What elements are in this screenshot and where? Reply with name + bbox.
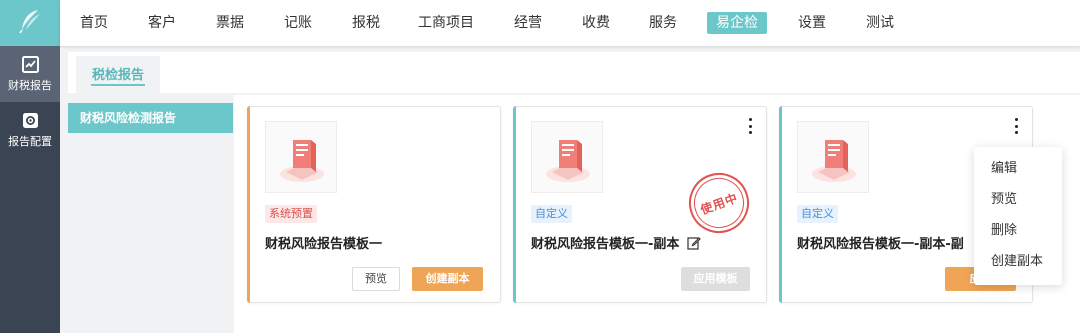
custom-tag: 自定义 <box>531 205 572 223</box>
preview-button[interactable]: 预览 <box>352 267 400 291</box>
template-thumbnail <box>531 121 603 193</box>
nav-billing[interactable]: 收费 <box>582 13 610 33</box>
preset-tag: 系统预置 <box>265 205 317 223</box>
menu-item-create-copy[interactable]: 创建副本 <box>974 246 1062 277</box>
menu-item-delete[interactable]: 删除 <box>974 215 1062 246</box>
card-accent-stripe <box>247 106 250 303</box>
card-accent-stripe <box>513 106 516 303</box>
nav-tax-filing[interactable]: 报税 <box>352 13 380 33</box>
nav-bookkeeping[interactable]: 记账 <box>284 13 312 33</box>
nav-yiqijian[interactable]: 易企检 <box>707 12 767 34</box>
custom-tag: 自定义 <box>797 205 838 223</box>
tab-tax-check-report[interactable]: 税检报告 <box>76 56 160 93</box>
more-options-icon[interactable] <box>1011 117 1021 135</box>
template-title: 财税风险报告模板一-副本-副 <box>797 237 964 252</box>
edit-icon[interactable] <box>687 236 701 254</box>
template-title-text: 财税风险报告模板一-副本 <box>531 237 680 252</box>
feather-logo-icon <box>15 6 45 40</box>
apply-template-button[interactable]: 应用模板 <box>681 267 750 291</box>
nav-test[interactable]: 测试 <box>866 13 894 33</box>
sidebar-item-label: 财税报告 <box>8 78 52 92</box>
sidebar-item-report-config[interactable]: 报告配置 <box>0 102 60 158</box>
tab-strip: 税检报告 <box>68 52 1080 93</box>
left-rail: 财税报告 报告配置 <box>0 0 60 333</box>
sidebar-item-label: 报告配置 <box>8 134 52 148</box>
nav-customer[interactable]: 客户 <box>148 13 176 33</box>
menu-item-edit[interactable]: 编辑 <box>974 153 1062 184</box>
side-menu-item-risk-report[interactable]: 财税风险检测报告 <box>68 103 233 133</box>
card-options-menu: 编辑 预览 删除 创建副本 <box>974 147 1062 285</box>
gear-icon <box>22 112 39 129</box>
nav-business-projects[interactable]: 工商项目 <box>418 13 474 33</box>
template-title: 财税风险报告模板一-副本 <box>531 233 701 254</box>
template-card[interactable]: 自定义 财税风险报告模板一-副本 使用中 应用模板 <box>513 106 767 303</box>
more-options-icon[interactable] <box>745 117 755 135</box>
in-use-stamp: 使用中 <box>680 164 758 242</box>
card-accent-stripe <box>779 106 782 303</box>
nav-home[interactable]: 首页 <box>80 13 108 33</box>
app-logo[interactable] <box>0 0 60 46</box>
sidebar-item-tax-report[interactable]: 财税报告 <box>0 46 60 102</box>
template-panel: 系统预置 财税风险报告模板一 预览 创建副本 自定义 财税风险报告模板一-副本 … <box>234 95 1080 333</box>
stamp-label: 使用中 <box>698 190 740 217</box>
template-card[interactable]: 系统预置 财税风险报告模板一 预览 创建副本 <box>247 106 501 303</box>
template-title: 财税风险报告模板一 <box>265 237 383 252</box>
content-area: 财税风险检测报告 系统预置 财税风险报告模板一 预览 创建副本 自定义 财税风险… <box>68 95 1080 333</box>
menu-item-preview[interactable]: 预览 <box>974 184 1062 215</box>
template-thumbnail <box>797 121 869 193</box>
nav-invoice[interactable]: 票据 <box>216 13 244 33</box>
create-copy-button[interactable]: 创建副本 <box>412 267 483 291</box>
report-chart-icon <box>21 55 39 73</box>
nav-service[interactable]: 服务 <box>649 13 677 33</box>
nav-settings[interactable]: 设置 <box>798 13 826 33</box>
top-nav: 首页 客户 票据 记账 报税 工商项目 经营 收费 服务 易企检 设置 测试 <box>60 0 1080 46</box>
nav-operations[interactable]: 经营 <box>514 13 542 33</box>
template-thumbnail <box>265 121 337 193</box>
